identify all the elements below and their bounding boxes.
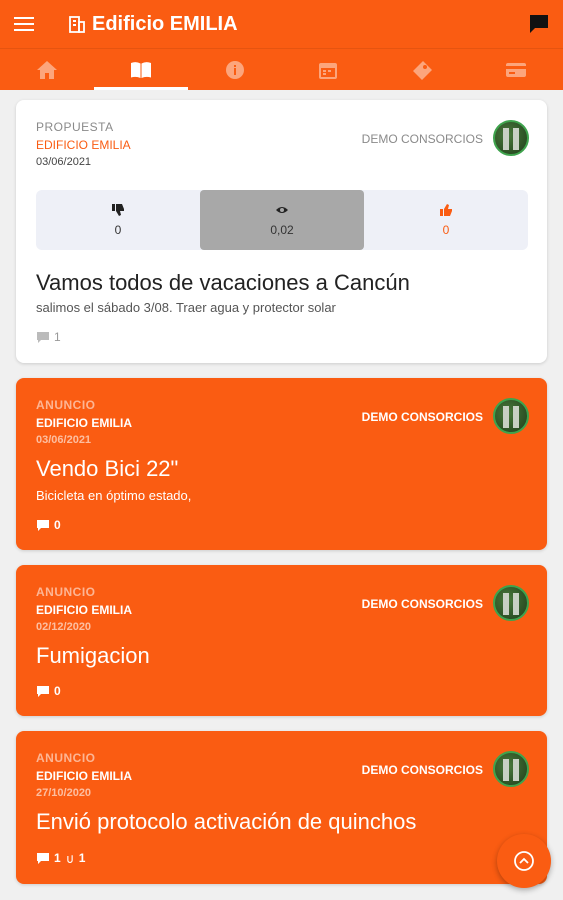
post-type: ANUNCIO xyxy=(36,751,96,765)
post-date: 27/10/2020 xyxy=(36,787,92,799)
post-type: PROPUESTA xyxy=(36,120,114,134)
post-title: Vamos todos de vacaciones a Cancún xyxy=(36,270,410,295)
comment-icon xyxy=(37,331,49,343)
post-comments[interactable]: 0 xyxy=(36,518,61,532)
chevron-up-icon xyxy=(514,851,534,871)
ticket-icon xyxy=(413,60,433,80)
scroll-top-button[interactable] xyxy=(497,834,551,888)
book-icon xyxy=(130,61,151,78)
card-icon xyxy=(506,62,527,77)
post-title: Vendo Bici 22" xyxy=(36,456,179,481)
post-date: 03/06/2021 xyxy=(36,156,92,168)
tab-home[interactable] xyxy=(0,49,94,90)
post-feed: PROPUESTA EDIFICIO EMILIA 03/06/2021 DEM… xyxy=(16,100,547,899)
comment-count: 1 xyxy=(54,851,61,865)
vote-down-count: 0 xyxy=(114,223,122,237)
vote-neutral-count: 0,02 xyxy=(270,223,294,237)
vote-up-count: 0 xyxy=(442,223,450,237)
chat-icon xyxy=(530,15,548,33)
paperclip-icon xyxy=(66,854,73,863)
post-card-proposal[interactable]: PROPUESTA EDIFICIO EMILIA 03/06/2021 DEM… xyxy=(16,100,547,363)
avatar xyxy=(493,585,529,621)
vote-bar: 0 0,02 0 xyxy=(36,190,528,250)
post-comments[interactable]: 1 xyxy=(36,330,61,344)
building-icon xyxy=(69,16,85,33)
vote-up-button[interactable]: 0 xyxy=(364,190,528,250)
post-author: DEMO CONSORCIOS xyxy=(361,132,483,146)
tab-bar xyxy=(0,48,563,90)
post-date: 03/06/2021 xyxy=(36,434,92,446)
avatar xyxy=(493,751,529,787)
tab-calendar[interactable] xyxy=(281,49,375,90)
thumbs-up-icon xyxy=(440,204,452,216)
post-description: Bicicleta en óptimo estado, xyxy=(36,488,192,503)
post-type: ANUNCIO xyxy=(36,585,96,599)
post-type: ANUNCIO xyxy=(36,398,96,412)
vote-down-button[interactable]: 0 xyxy=(36,190,200,250)
calendar-icon xyxy=(319,62,338,79)
comment-count: 0 xyxy=(54,518,61,532)
post-card-announcement[interactable]: ANUNCIO EDIFICIO EMILIA 27/10/2020 DEMO … xyxy=(16,731,547,884)
post-card-announcement[interactable]: ANUNCIO EDIFICIO EMILIA 03/06/2021 DEMO … xyxy=(16,378,547,550)
tab-tickets[interactable] xyxy=(375,49,469,90)
title-group: Edificio EMILIA xyxy=(68,13,238,36)
avatar xyxy=(493,120,529,156)
post-meta[interactable]: 1 1 xyxy=(36,851,85,865)
hamburger-icon xyxy=(14,17,34,31)
comment-count: 0 xyxy=(54,684,61,698)
post-card-announcement[interactable]: ANUNCIO EDIFICIO EMILIA 02/12/2020 DEMO … xyxy=(16,565,547,716)
post-building: EDIFICIO EMILIA xyxy=(36,138,131,152)
eye-icon xyxy=(276,207,288,213)
tab-payments[interactable] xyxy=(469,49,563,90)
post-description: salimos el sábado 3/08. Traer agua y pro… xyxy=(36,300,336,315)
avatar xyxy=(493,398,529,434)
post-comments[interactable]: 0 xyxy=(36,684,61,698)
post-building: EDIFICIO EMILIA xyxy=(36,603,132,617)
menu-button[interactable] xyxy=(0,0,48,48)
tab-info[interactable] xyxy=(188,49,282,90)
post-author: DEMO CONSORCIOS xyxy=(361,410,483,424)
app-title: Edificio EMILIA xyxy=(92,12,238,35)
chat-button[interactable] xyxy=(527,12,551,36)
vote-neutral-button[interactable]: 0,02 xyxy=(200,190,364,250)
post-author: DEMO CONSORCIOS xyxy=(361,597,483,611)
attachment-count: 1 xyxy=(78,851,86,865)
app-bar: Edificio EMILIA xyxy=(0,0,563,48)
info-icon xyxy=(225,60,244,79)
post-title: Fumigacion xyxy=(36,643,150,668)
comment-icon xyxy=(37,685,49,697)
tab-board[interactable] xyxy=(93,49,188,90)
comment-icon xyxy=(37,519,49,531)
post-building: EDIFICIO EMILIA xyxy=(36,769,132,783)
thumbs-down-icon xyxy=(112,204,124,216)
post-building: EDIFICIO EMILIA xyxy=(36,416,132,430)
post-date: 02/12/2020 xyxy=(36,621,92,633)
home-icon xyxy=(36,60,57,79)
comment-count: 1 xyxy=(54,330,61,344)
comment-icon xyxy=(37,852,49,864)
post-author: DEMO CONSORCIOS xyxy=(361,763,483,777)
post-title: Envió protocolo activación de quinchos xyxy=(36,809,417,834)
